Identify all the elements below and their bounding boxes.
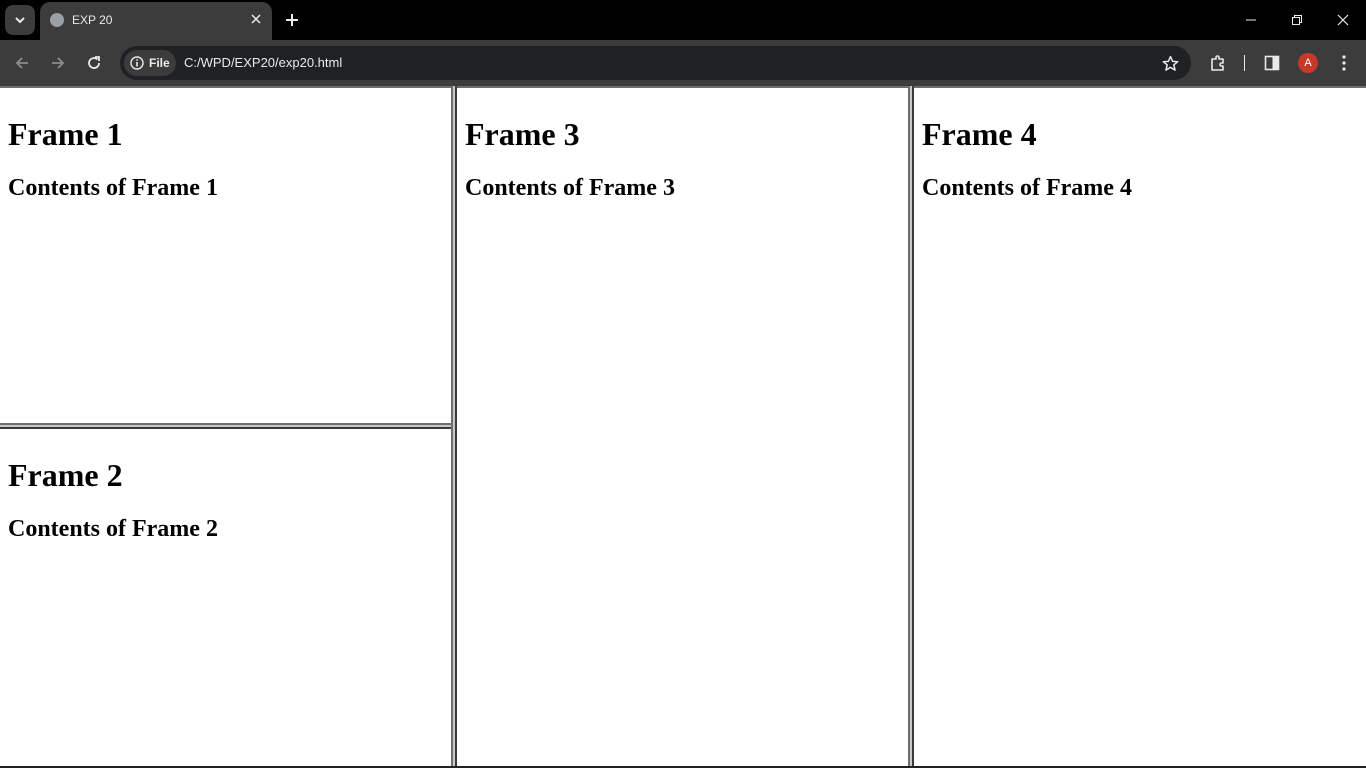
profile-avatar[interactable]: A [1298, 53, 1318, 73]
frame-1-contents: Contents of Frame 1 [8, 175, 218, 201]
browser-menu-button[interactable] [1333, 52, 1355, 74]
frame-3-contents: Contents of Frame 3 [465, 175, 675, 201]
frame-3: Frame 3 Contents of Frame 3 [457, 88, 908, 768]
new-tab-button[interactable] [280, 8, 304, 32]
frame-2-heading: Frame 2 [8, 457, 123, 493]
globe-icon [50, 13, 64, 27]
toolbar-divider [1244, 55, 1245, 71]
reload-icon [88, 56, 100, 69]
close-icon [251, 14, 261, 24]
info-icon [130, 56, 144, 70]
tab-search-button[interactable] [5, 5, 35, 35]
site-info-chip[interactable]: File [124, 50, 176, 76]
puzzle-icon [1211, 55, 1224, 71]
side-panel-button[interactable] [1261, 52, 1283, 74]
tab-strip: EXP 20 [0, 0, 1366, 40]
site-chip-label: File [149, 56, 170, 70]
minimize-button[interactable] [1228, 0, 1274, 40]
restore-icon [1292, 15, 1302, 25]
minimize-icon [1246, 19, 1256, 21]
arrow-left-icon [15, 57, 28, 69]
frame-3-heading: Frame 3 [465, 116, 580, 152]
extensions-button[interactable] [1207, 52, 1229, 74]
frame-4: Frame 4 Contents of Frame 4 [914, 88, 1366, 768]
frame-2-contents: Contents of Frame 2 [8, 516, 218, 542]
frame-4-contents: Contents of Frame 4 [922, 175, 1132, 201]
close-icon [1337, 14, 1349, 26]
reload-button[interactable] [80, 49, 108, 77]
page-content: Frame 1 Contents of Frame 1 Frame 2 Cont… [0, 86, 1366, 768]
url-text[interactable]: C:/WPD/EXP20/exp20.html [184, 55, 342, 70]
frame-1-heading: Frame 1 [8, 116, 123, 152]
address-bar[interactable]: File C:/WPD/EXP20/exp20.html [120, 46, 1191, 80]
forward-button[interactable] [44, 49, 72, 77]
tab-active[interactable]: EXP 20 [40, 2, 272, 40]
arrow-right-icon [52, 57, 65, 69]
bookmark-button[interactable] [1161, 54, 1179, 72]
back-button[interactable] [8, 49, 36, 77]
frame-4-heading: Frame 4 [922, 116, 1037, 152]
frame-1: Frame 1 Contents of Frame 1 [0, 88, 451, 425]
star-icon [1162, 55, 1178, 71]
browser-toolbar: File C:/WPD/EXP20/exp20.html [0, 40, 1366, 86]
close-window-button[interactable] [1320, 0, 1366, 40]
restore-button[interactable] [1274, 0, 1320, 40]
side-panel-icon [1264, 55, 1280, 71]
frame-2: Frame 2 Contents of Frame 2 [0, 429, 451, 768]
tab-close-button[interactable] [248, 11, 264, 27]
plus-icon [286, 14, 298, 26]
chevron-down-icon [15, 17, 25, 24]
more-vertical-icon [1342, 55, 1346, 71]
tab-title: EXP 20 [72, 13, 113, 27]
